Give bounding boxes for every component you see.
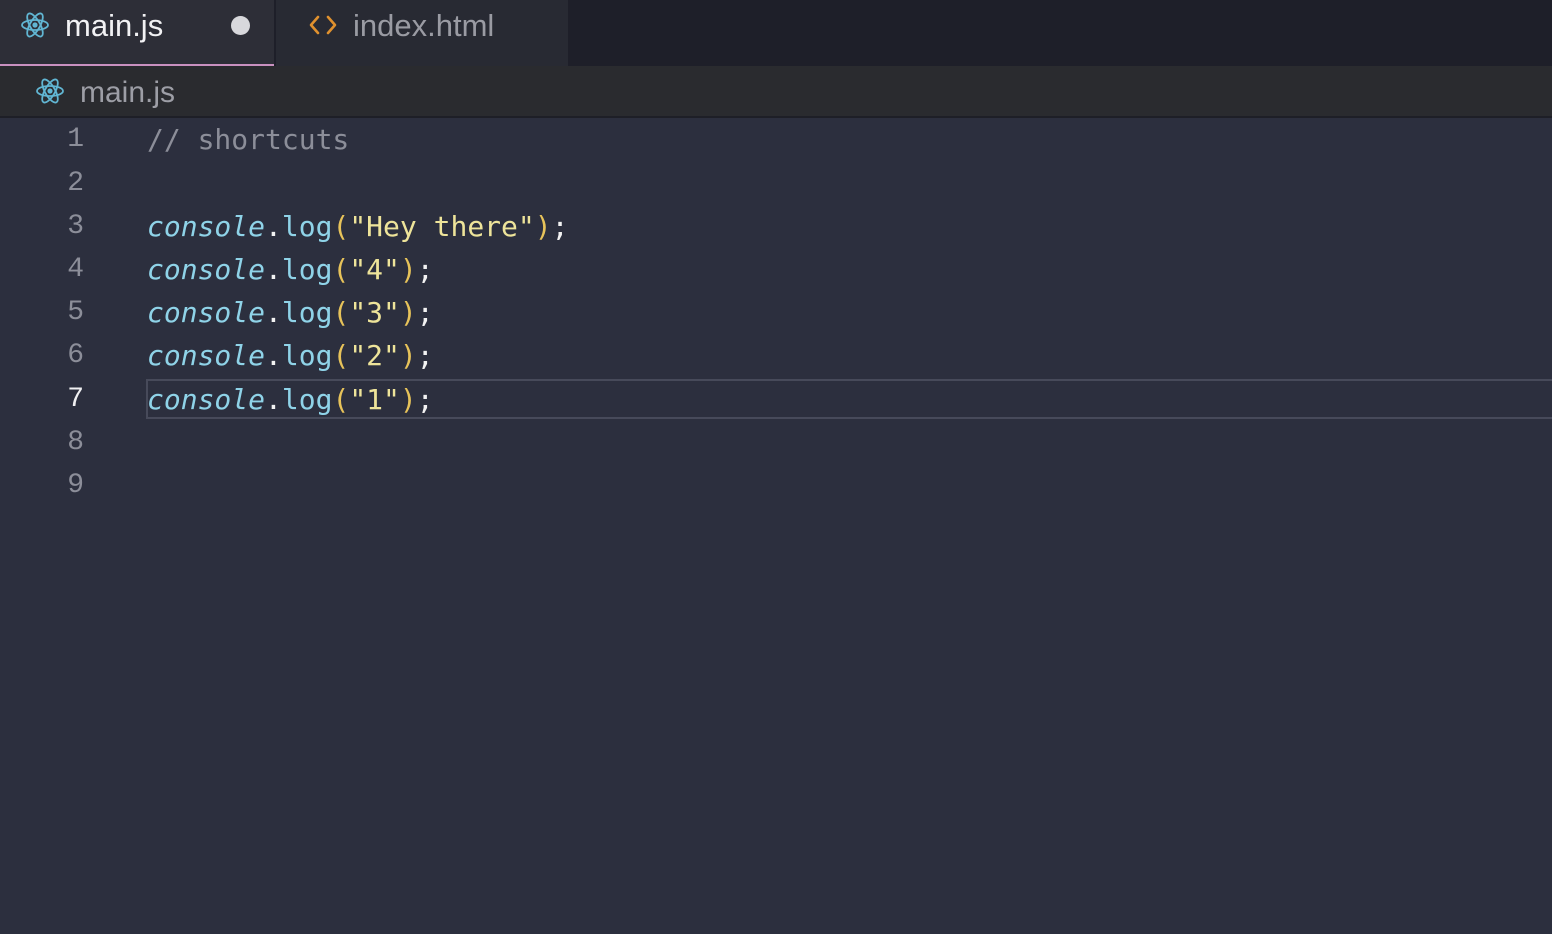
code-token-punct: ; xyxy=(551,210,569,243)
code-token-object: console xyxy=(147,339,266,372)
line-number: 2 xyxy=(67,168,84,199)
code-token-object: console xyxy=(147,210,266,243)
code-line[interactable]: 8 xyxy=(0,421,1552,464)
code-token-paren: ) xyxy=(399,296,417,329)
code-token-paren: ) xyxy=(399,253,417,286)
react-icon xyxy=(35,76,65,106)
breadcrumb: main.js xyxy=(0,66,1552,118)
line-code[interactable]: console.log("3"); xyxy=(147,291,434,334)
line-code[interactable]: console.log("Hey there"); xyxy=(147,205,568,248)
code-token-punct: ; xyxy=(416,253,434,286)
line-number: 9 xyxy=(67,470,84,501)
code-token-method: log xyxy=(281,253,333,286)
line-number: 1 xyxy=(67,124,84,155)
code-token-paren: ( xyxy=(332,383,350,416)
code-line[interactable]: 2 xyxy=(0,162,1552,205)
code-token-string: "3" xyxy=(349,296,400,329)
line-number: 4 xyxy=(67,254,84,285)
tab-main-js[interactable]: main.js xyxy=(0,0,274,66)
code-token-paren: ) xyxy=(399,383,417,416)
code-token-object: console xyxy=(147,253,266,286)
tab-label: index.html xyxy=(353,8,495,43)
line-code[interactable]: console.log("2"); xyxy=(147,334,434,377)
code-token-object: console xyxy=(147,383,266,416)
code-token-punct: . xyxy=(265,210,282,243)
line-number: 3 xyxy=(67,211,84,242)
code-line[interactable]: 7 console.log("1"); xyxy=(0,378,1552,421)
code-editor[interactable]: 1// shortcuts 2 3 console.log("Hey there");… xyxy=(0,118,1552,934)
code-token-string: "4" xyxy=(349,253,400,286)
code-line[interactable]: 5 console.log("3"); xyxy=(0,291,1552,334)
code-token-punct: . xyxy=(265,339,282,372)
code-editor-window: main.js index.html main.js 1 // shortcut… xyxy=(0,0,1552,934)
line-code[interactable]: console.log("4"); xyxy=(147,248,434,291)
code-token-punct: ; xyxy=(416,339,434,372)
tab-bar: main.js index.html xyxy=(0,0,1552,66)
code-token-string: "1" xyxy=(349,383,400,416)
unsaved-changes-dot-icon[interactable] xyxy=(231,16,250,35)
code-line[interactable]: 9 xyxy=(0,464,1552,507)
line-code[interactable]: console.log("1"); xyxy=(147,378,434,421)
code-token-punct: . xyxy=(265,253,282,286)
code-token-paren: ( xyxy=(332,339,350,372)
code-token-punct: ; xyxy=(416,383,434,416)
line-code[interactable]: // shortcuts xyxy=(147,118,349,161)
tab-label: main.js xyxy=(65,8,164,43)
code-line[interactable]: 4 console.log("4"); xyxy=(0,248,1552,291)
code-token-paren: ( xyxy=(332,253,350,286)
line-number: 5 xyxy=(67,297,84,328)
code-token-paren: ) xyxy=(534,210,552,243)
code-token-punct: . xyxy=(265,296,282,329)
code-token-method: log xyxy=(281,210,333,243)
tab-index-html[interactable]: index.html xyxy=(276,0,568,66)
code-token-comment: // shortcuts xyxy=(147,123,350,156)
code-token-string: "Hey there" xyxy=(349,210,535,243)
code-token-paren: ) xyxy=(399,339,417,372)
code-line[interactable]: 1 // shortcuts xyxy=(0,118,1552,161)
code-token-object: console xyxy=(147,296,266,329)
code-brackets-icon xyxy=(308,10,338,40)
line-number: 8 xyxy=(67,427,84,458)
code-token-paren: ( xyxy=(332,210,350,243)
code-token-paren: ( xyxy=(332,296,350,329)
react-icon xyxy=(20,10,50,40)
line-number: 7 xyxy=(67,384,84,415)
code-line[interactable]: 6 console.log("2"); xyxy=(0,334,1552,377)
code-token-method: log xyxy=(281,339,333,372)
code-token-punct: ; xyxy=(416,296,434,329)
breadcrumb-file-name[interactable]: main.js xyxy=(80,73,175,113)
code-token-string: "2" xyxy=(349,339,400,372)
code-token-punct: . xyxy=(265,383,282,416)
line-number: 6 xyxy=(67,340,84,371)
code-token-method: log xyxy=(281,383,333,416)
code-line[interactable]: 3 console.log("Hey there"); xyxy=(0,205,1552,248)
code-token-method: log xyxy=(281,296,333,329)
